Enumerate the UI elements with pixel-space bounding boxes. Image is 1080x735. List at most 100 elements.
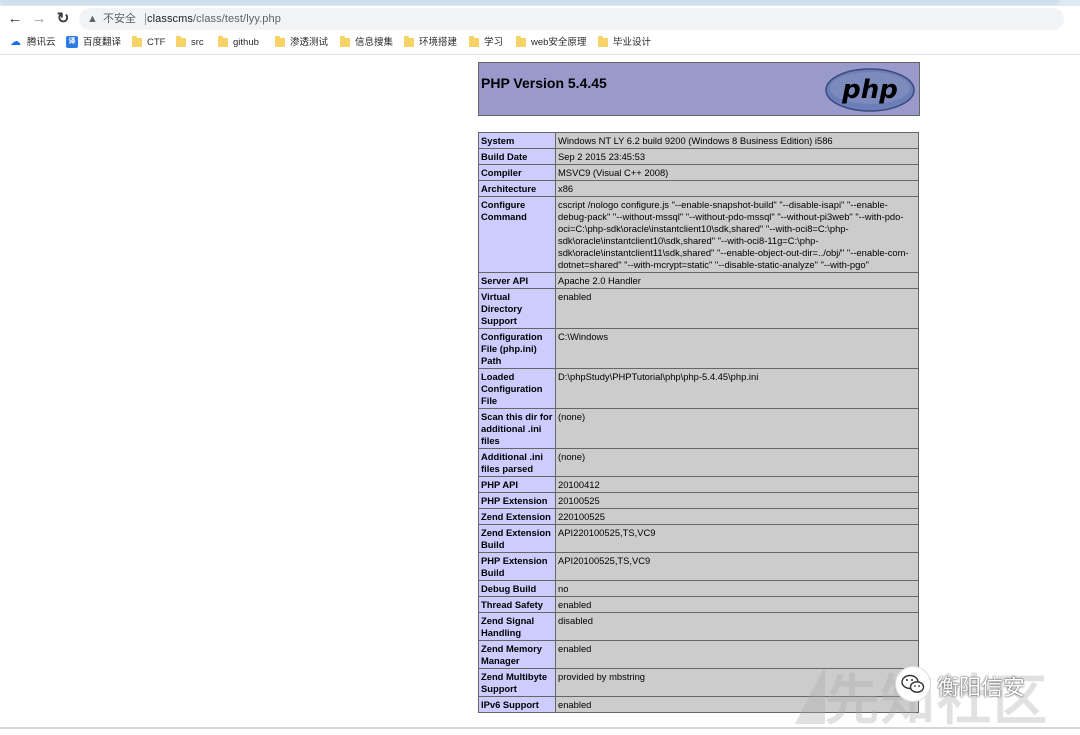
row-key: Architecture [478,180,556,197]
row-value: cscript /nologo configure.js "--enable-s… [555,196,919,273]
folder-icon [275,36,285,47]
row-key: System [478,132,556,149]
row-key: PHP Extension Build [478,552,556,581]
phpinfo-header-block: PHP Version 5.4.45 php [478,62,920,116]
row-key: PHP Extension [478,492,556,509]
row-value: no [555,580,919,597]
table-row: Configure Command cscript /nologo configu… [478,196,919,273]
row-key: Virtual Directory Support [478,288,556,329]
row-key: Debug Build [478,580,556,597]
url-path: /class/test/lyy.php [193,13,281,25]
bookmark-item[interactable]: 毕业设计 [598,36,651,50]
row-key: Zend Memory Manager [478,640,556,669]
bookmark-label: 渗透测试 [290,37,329,48]
bookmark-item[interactable]: 渗透测试 [275,36,328,50]
row-key: Zend Extension [478,508,556,525]
table-row: Zend Extension Build API220100525,TS,VC9 [478,524,919,553]
folder-icon [218,36,228,47]
translate-icon: 译 [66,36,78,48]
forward-arrow-icon[interactable]: → [30,10,48,28]
page-title: PHP Version 5.4.45 [481,75,607,91]
bookmark-item[interactable]: src [176,36,204,50]
row-value: (none) [555,448,919,477]
bookmark-item[interactable]: github [218,36,259,50]
row-key: PHP API [478,476,556,493]
table-row: Debug Build no [478,580,919,597]
bookmark-item[interactable]: 译百度翻译 [66,36,121,50]
row-key: Compiler [478,164,556,181]
table-row: System Windows NT LY 6.2 build 9200 (Wind… [478,132,919,149]
row-value: enabled [555,640,919,669]
table-row: Zend Extension 220100525 [478,508,919,525]
bookmark-label: github [233,37,259,48]
row-value: 20100525 [555,492,919,509]
row-value: (none) [555,408,919,449]
bookmark-label: 毕业设计 [613,37,652,48]
table-row: Additional .ini files parsed (none) [478,448,919,477]
bookmark-label: web安全原理 [531,37,587,48]
phpinfo-table: System Windows NT LY 6.2 build 9200 (Wind… [478,132,919,713]
table-row: Server API Apache 2.0 Handler [478,272,919,289]
bookmark-label: 环境搭建 [419,37,458,48]
bookmark-label: 百度翻译 [83,37,122,48]
folder-icon [404,36,414,47]
folder-icon [598,36,608,47]
table-row: Zend Signal Handling disabled [478,612,919,641]
row-value: enabled [555,288,919,329]
cloud-icon: ☁ [10,36,21,48]
folder-icon [132,36,142,47]
table-row: Virtual Directory Support enabled [478,288,919,329]
row-value: Sep 2 2015 23:45:53 [555,148,919,165]
bookmark-label: 腾讯云 [27,37,56,48]
insecure-label[interactable]: 不安全 [103,8,136,30]
bookmark-item[interactable]: 信息搜集 [340,36,393,50]
row-value: API220100525,TS,VC9 [555,524,919,553]
row-value: Windows NT LY 6.2 build 9200 (Windows 8 … [555,132,919,149]
folder-icon [469,36,479,47]
bookmark-item[interactable]: ☁ 腾讯云 [10,36,56,50]
table-row: Build Date Sep 2 2015 23:45:53 [478,148,919,165]
address-bar[interactable]: ▲ 不安全 classcms/class/test/lyy.php [79,8,1064,30]
reload-icon[interactable]: ↻ [54,10,72,28]
bookmark-item[interactable]: 学习 [469,36,503,50]
row-value: C:\Windows [555,328,919,369]
table-row: PHP Extension Build API20100525,TS,VC9 [478,552,919,581]
row-value: D:\phpStudy\PHPTutorial\php\php-5.4.45\p… [555,368,919,409]
row-value: provided by mbstring [555,668,919,697]
php-logo-text: php [841,75,898,105]
row-value: MSVC9 (Visual C++ 2008) [555,164,919,181]
php-logo-icon[interactable]: php [824,67,916,113]
table-row: Configuration File (php.ini) Path C:\Wind… [478,328,919,369]
php-version-header: PHP Version 5.4.45 php [478,62,920,116]
row-value: Apache 2.0 Handler [555,272,919,289]
table-row: Scan this dir for additional .ini files(… [478,408,919,449]
address-separator [145,13,146,25]
table-row: IPv6 Support enabled [478,696,919,713]
back-arrow-icon[interactable]: ← [6,10,24,28]
table-row: Thread Safety enabled [478,596,919,613]
url-host: classcms [147,13,194,25]
row-key: Scan this dir for additional .ini files [478,408,556,449]
row-key: Thread Safety [478,596,556,613]
folder-icon [516,36,526,47]
url-text[interactable]: classcms/class/test/lyy.php [147,8,281,30]
table-row: Architecture x86 [478,180,919,197]
row-key: Loaded Configuration File [478,368,556,409]
warning-icon[interactable]: ▲ [87,8,98,30]
row-key: Build Date [478,148,556,165]
bookmark-label: 信息搜集 [355,37,394,48]
folder-icon [340,36,350,47]
bookmarks-bar: ☁ 腾讯云 译百度翻译 CTF src github 渗透测试 信息搜集 环境搭建… [0,32,1080,55]
row-key: Zend Signal Handling [478,612,556,641]
row-key: Additional .ini files parsed [478,448,556,477]
table-row: Zend Memory Manager enabled [478,640,919,669]
bookmark-item[interactable]: 环境搭建 [404,36,457,50]
row-value: enabled [555,696,919,713]
table-row: Loaded Configuration File D:\phpStudy\PHP… [478,368,919,409]
row-value: enabled [555,596,919,613]
bookmark-label: CTF [147,37,166,48]
row-value: x86 [555,180,919,197]
bookmark-item[interactable]: web安全原理 [516,36,586,50]
bookmark-item[interactable]: CTF [132,36,165,50]
table-row: PHP Extension 20100525 [478,492,919,509]
